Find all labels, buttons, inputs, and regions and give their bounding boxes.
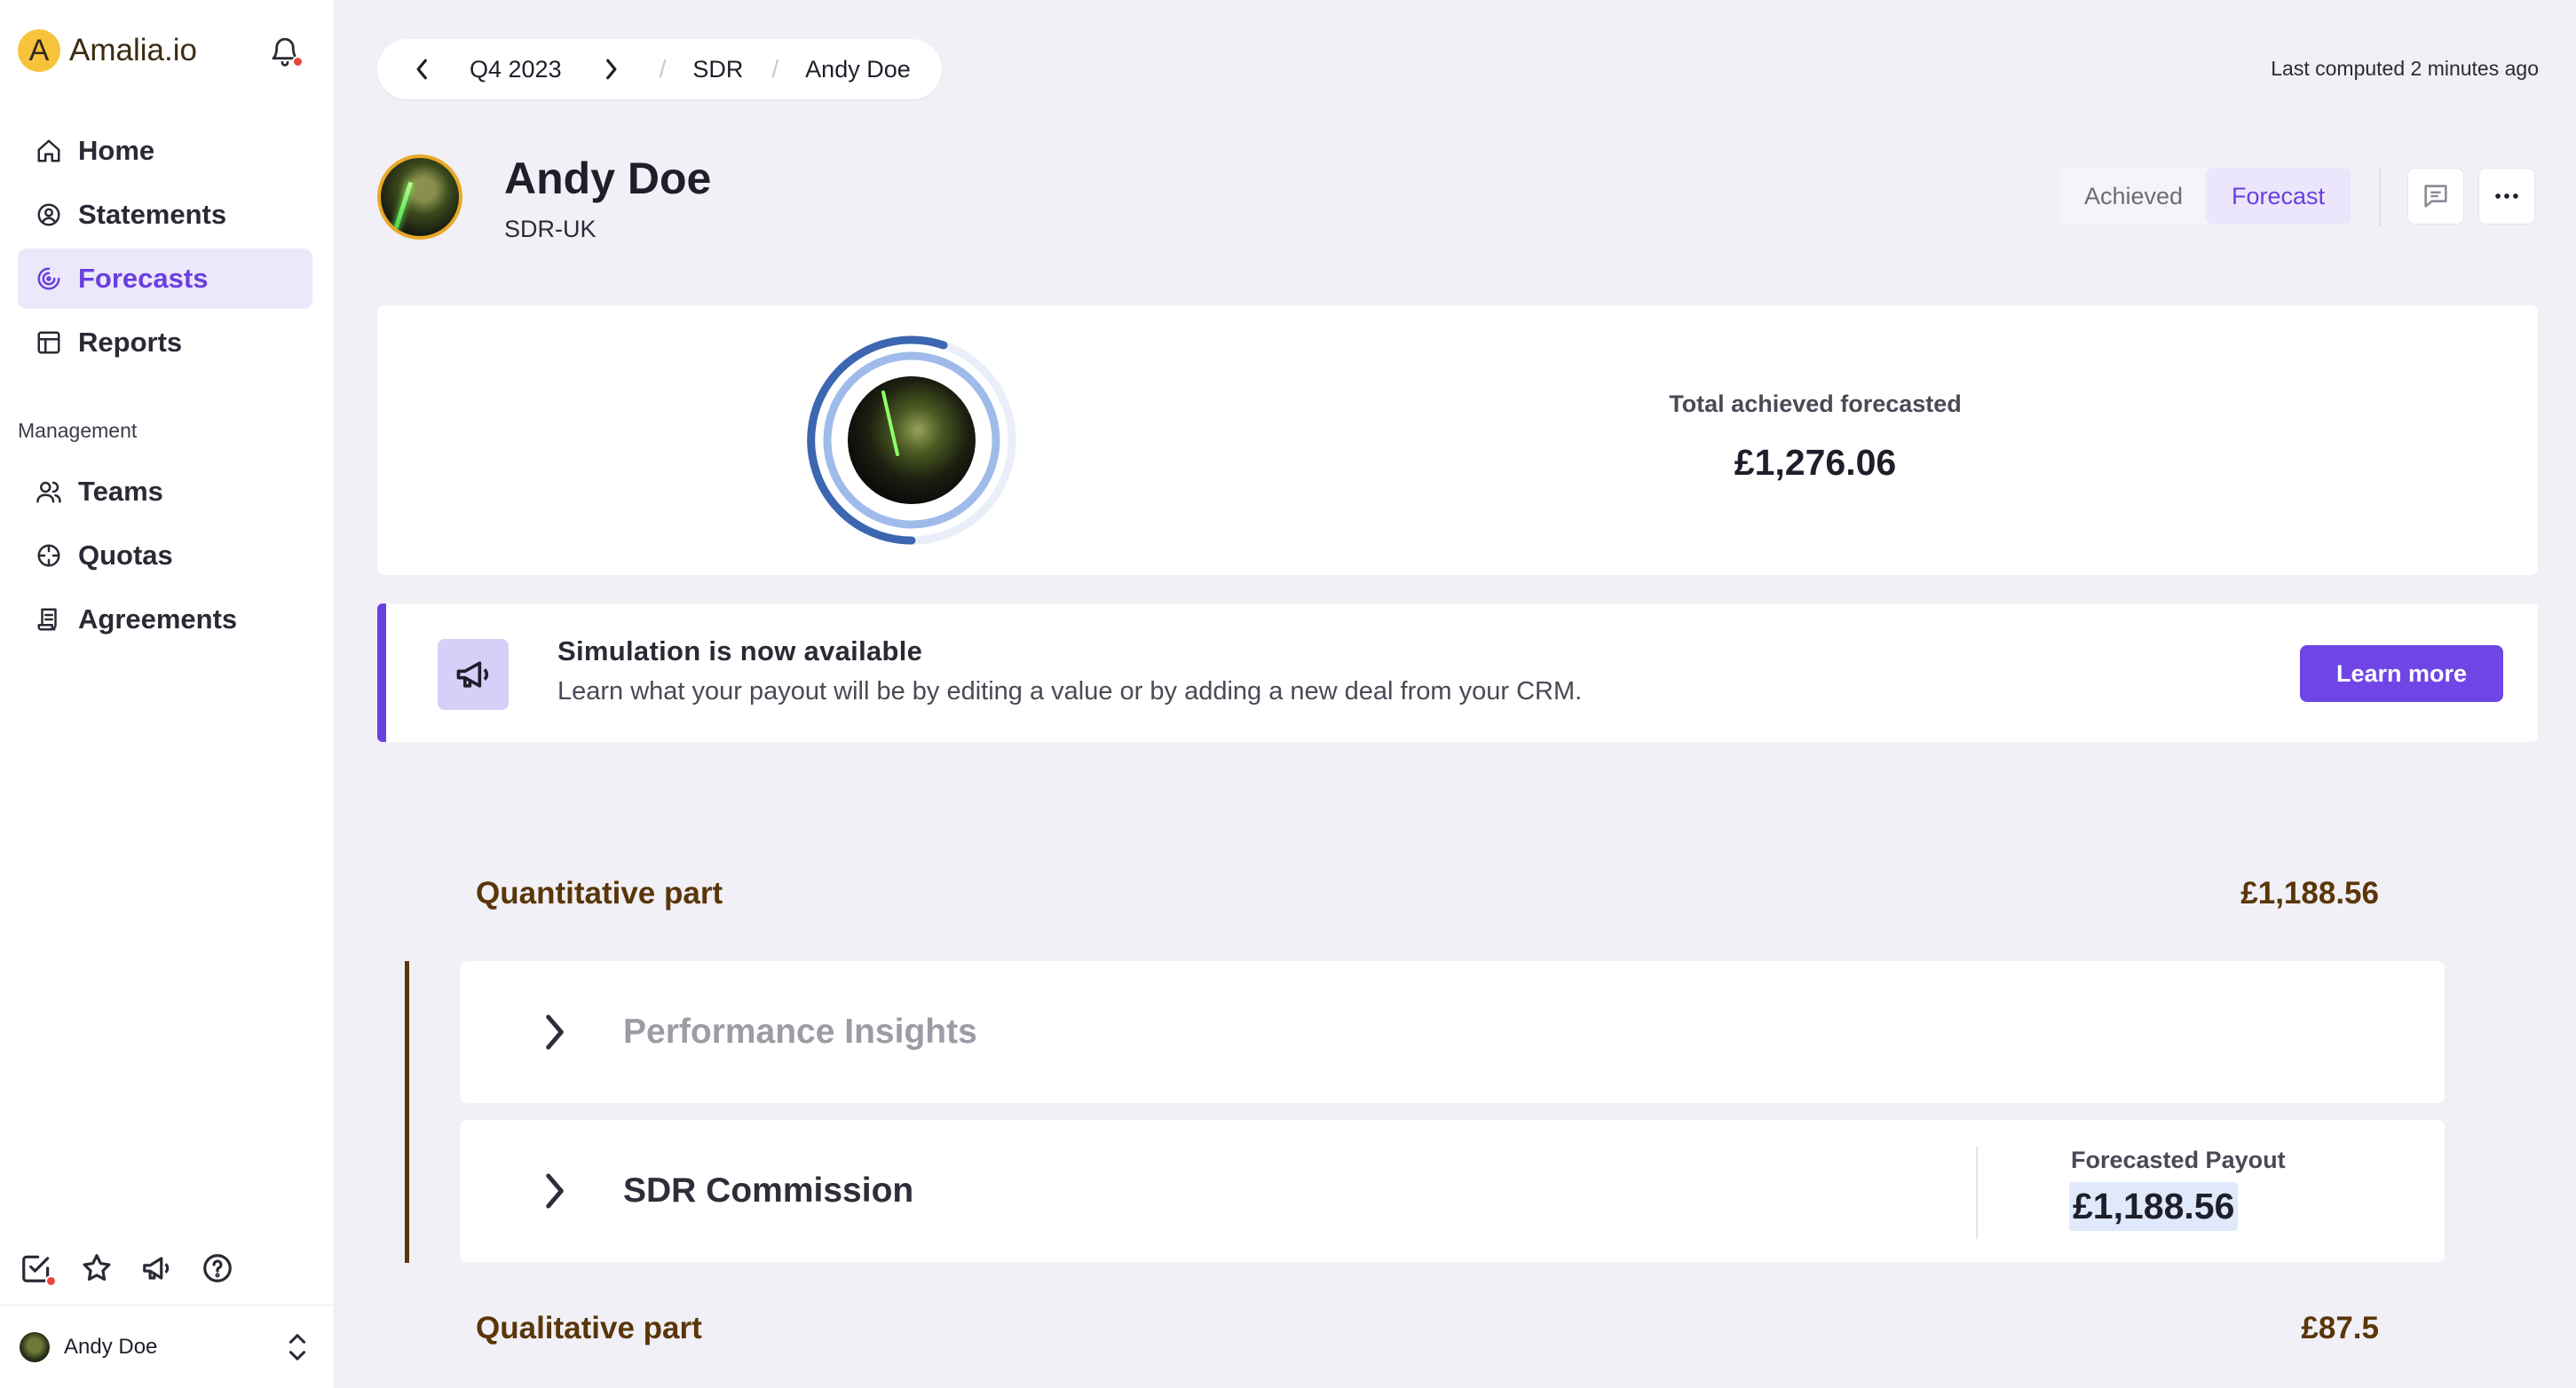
star-icon[interactable] <box>80 1251 114 1285</box>
progress-rings <box>807 335 1016 545</box>
comments-button[interactable] <box>2407 168 2464 225</box>
sidebar-item-label: Statements <box>78 199 227 230</box>
document-icon <box>34 604 64 635</box>
user-menu[interactable]: Andy Doe <box>0 1305 335 1388</box>
users-icon <box>34 477 64 507</box>
breadcrumb-person[interactable]: Andy Doe <box>805 56 911 83</box>
chevron-right-icon[interactable] <box>541 1171 568 1211</box>
brand-name: Amalia.io <box>69 33 197 67</box>
table-icon <box>34 327 64 358</box>
avatar-detail <box>391 181 414 234</box>
quantitative-part-value: £1,188.56 <box>2240 876 2379 911</box>
brand-logo: A <box>18 29 60 72</box>
total-forecast-value: £1,276.06 <box>1734 442 1897 483</box>
sidebar: A Amalia.io Home Statements Forecasts Re… <box>0 0 335 1388</box>
sidebar-item-agreements[interactable]: Agreements <box>18 589 312 650</box>
last-computed-status: Last computed 2 minutes ago <box>2271 57 2539 80</box>
sidebar-item-quotas[interactable]: Quotas <box>18 525 312 586</box>
forecasted-payout-label: Forecasted Payout <box>2071 1147 2286 1173</box>
megaphone-icon[interactable] <box>140 1251 174 1285</box>
notifications-bell-icon[interactable] <box>268 34 304 69</box>
tab-forecast[interactable]: Forecast <box>2206 168 2351 225</box>
chevron-up-down-icon <box>287 1332 308 1362</box>
previous-period-chevron-left-icon[interactable] <box>409 56 436 83</box>
sidebar-item-label: Forecasts <box>78 263 209 294</box>
rule-performance-insights[interactable]: Performance Insights <box>460 961 2445 1103</box>
total-forecast-label: Total achieved forecasted <box>1669 390 1962 417</box>
chevron-right-icon[interactable] <box>541 1013 568 1052</box>
section-bar <box>405 961 409 1263</box>
help-icon[interactable] <box>201 1251 234 1285</box>
learn-more-button[interactable]: Learn more <box>2300 645 2503 702</box>
avatar <box>848 376 976 504</box>
rule-sdr-commission[interactable]: SDR Commission Forecasted Payout £1,188.… <box>460 1120 2445 1262</box>
breadcrumb-separator: / <box>659 55 667 83</box>
sidebar-item-forecasts[interactable]: Forecasts <box>18 248 312 309</box>
divider <box>1976 1147 1978 1239</box>
comment-icon <box>2424 185 2447 208</box>
notification-dot <box>292 56 304 67</box>
divider <box>2379 168 2381 226</box>
breadcrumb: Q4 2023 / SDR / Andy Doe <box>377 39 942 99</box>
qualitative-part-title: Qualitative part <box>476 1311 702 1345</box>
more-horizontal-icon <box>2495 193 2518 199</box>
qualitative-part-value: £87.5 <box>2301 1311 2379 1345</box>
sidebar-item-home[interactable]: Home <box>18 121 312 181</box>
user-name: Andy Doe <box>64 1334 158 1359</box>
user-circle-icon <box>34 200 64 230</box>
breadcrumb-separator: / <box>771 55 779 83</box>
tab-achieved[interactable]: Achieved <box>2061 168 2206 225</box>
more-options-button[interactable] <box>2478 168 2535 225</box>
next-period-chevron-right-icon[interactable] <box>597 56 624 83</box>
rule-name: Performance Insights <box>623 1013 977 1051</box>
brand[interactable]: A Amalia.io <box>18 29 197 72</box>
quantitative-part-title: Quantitative part <box>476 876 723 911</box>
rule-name: SDR Commission <box>623 1171 914 1210</box>
team-label: SDR-UK <box>504 216 597 242</box>
sidebar-item-label: Home <box>78 135 155 166</box>
simulation-banner: Simulation is now available Learn what y… <box>377 603 2538 742</box>
sidebar-footer-icons <box>20 1251 234 1287</box>
page-title: Andy Doe <box>504 154 712 203</box>
section-label-management: Management <box>18 419 138 442</box>
banner-text: Learn what your payout will be by editin… <box>557 677 1583 706</box>
avatar <box>20 1331 50 1362</box>
target-icon <box>34 540 64 571</box>
tasks-check-icon[interactable] <box>20 1251 57 1287</box>
notification-dot <box>45 1275 57 1287</box>
banner-title: Simulation is now available <box>557 635 923 666</box>
achieved-forecast-toggle: Achieved Forecast <box>2061 168 2351 225</box>
sidebar-item-label: Reports <box>78 327 183 358</box>
home-icon <box>34 136 64 166</box>
sidebar-item-teams[interactable]: Teams <box>18 461 312 522</box>
forecasted-payout-value: £1,188.56 <box>2069 1182 2239 1231</box>
sidebar-item-label: Agreements <box>78 603 238 635</box>
summary-card: Total achieved forecasted £1,276.06 <box>377 305 2538 575</box>
breadcrumb-team[interactable]: SDR <box>692 56 743 83</box>
avatar <box>377 154 462 240</box>
sidebar-item-label: Quotas <box>78 540 173 571</box>
sidebar-item-statements[interactable]: Statements <box>18 185 312 245</box>
sidebar-item-reports[interactable]: Reports <box>18 312 312 373</box>
sidebar-item-label: Teams <box>78 476 163 507</box>
forecast-icon <box>34 264 64 294</box>
megaphone-icon <box>438 639 509 710</box>
breadcrumb-period[interactable]: Q4 2023 <box>470 56 562 83</box>
